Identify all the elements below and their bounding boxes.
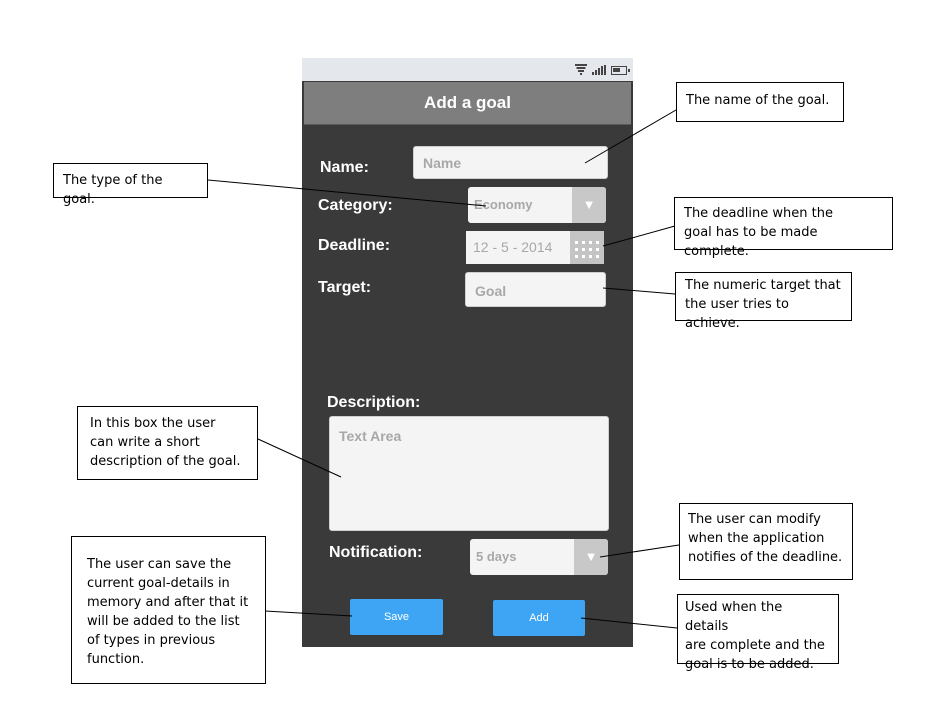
notification-value: 5 days: [476, 549, 517, 564]
deadline-date-picker[interactable]: 12 - 5 - 2014: [466, 231, 604, 264]
callout-target: The numeric target that the user tries t…: [675, 272, 852, 331]
callout-category-text: The type of the goal.: [63, 173, 163, 207]
name-input[interactable]: Name: [413, 146, 608, 179]
deadline-value: 12 - 5 - 2014: [473, 239, 553, 255]
phone-screen: Add a goal Name: Name Category: Economy …: [302, 58, 633, 647]
description-label: Description:: [327, 394, 421, 411]
callout-save-text: The user can save the current goal-detai…: [87, 557, 249, 667]
chevron-down-icon: ▼: [572, 187, 606, 223]
callout-name-text: The name of the goal.: [686, 93, 830, 108]
callout-category: The type of the goal.: [53, 163, 208, 207]
callout-description-text: In this box the user can write a short d…: [90, 416, 241, 469]
calendar-icon[interactable]: [570, 231, 604, 264]
notification-select[interactable]: 5 days ▼: [470, 539, 608, 575]
callout-save: The user can save the current goal-detai…: [71, 536, 266, 684]
deadline-label: Deadline:: [318, 237, 391, 254]
target-label: Target:: [318, 279, 372, 296]
name-label: Name:: [320, 159, 369, 176]
page-title: Add a goal: [304, 82, 631, 125]
callout-description: In this box the user can write a short d…: [77, 406, 258, 480]
target-input[interactable]: Goal: [465, 272, 606, 307]
add-button[interactable]: Add: [493, 600, 585, 636]
callout-notification: The user can modify when the application…: [679, 503, 853, 580]
callout-notification-text: The user can modify when the application…: [688, 512, 843, 565]
status-bar: [302, 58, 633, 81]
description-textarea[interactable]: Text Area: [329, 416, 609, 531]
category-value: Economy: [474, 197, 533, 212]
signal-icon: [592, 65, 606, 75]
category-select[interactable]: Economy ▼: [468, 187, 606, 223]
callout-deadline: The deadline when the goal has to be mad…: [674, 197, 893, 259]
callout-add: Used when the details are complete and t…: [677, 594, 839, 672]
battery-icon: [611, 66, 630, 75]
callout-deadline-text: The deadline when the goal has to be mad…: [684, 206, 833, 259]
category-label: Category:: [318, 197, 393, 214]
notification-label: Notification:: [329, 544, 423, 561]
save-button[interactable]: Save: [350, 599, 443, 635]
callout-add-text: Used when the details are complete and t…: [685, 600, 825, 672]
callout-name: The name of the goal.: [676, 82, 844, 122]
wifi-icon: [575, 64, 587, 75]
chevron-down-icon: ▼: [574, 539, 608, 575]
callout-target-text: The numeric target that the user tries t…: [685, 278, 841, 331]
